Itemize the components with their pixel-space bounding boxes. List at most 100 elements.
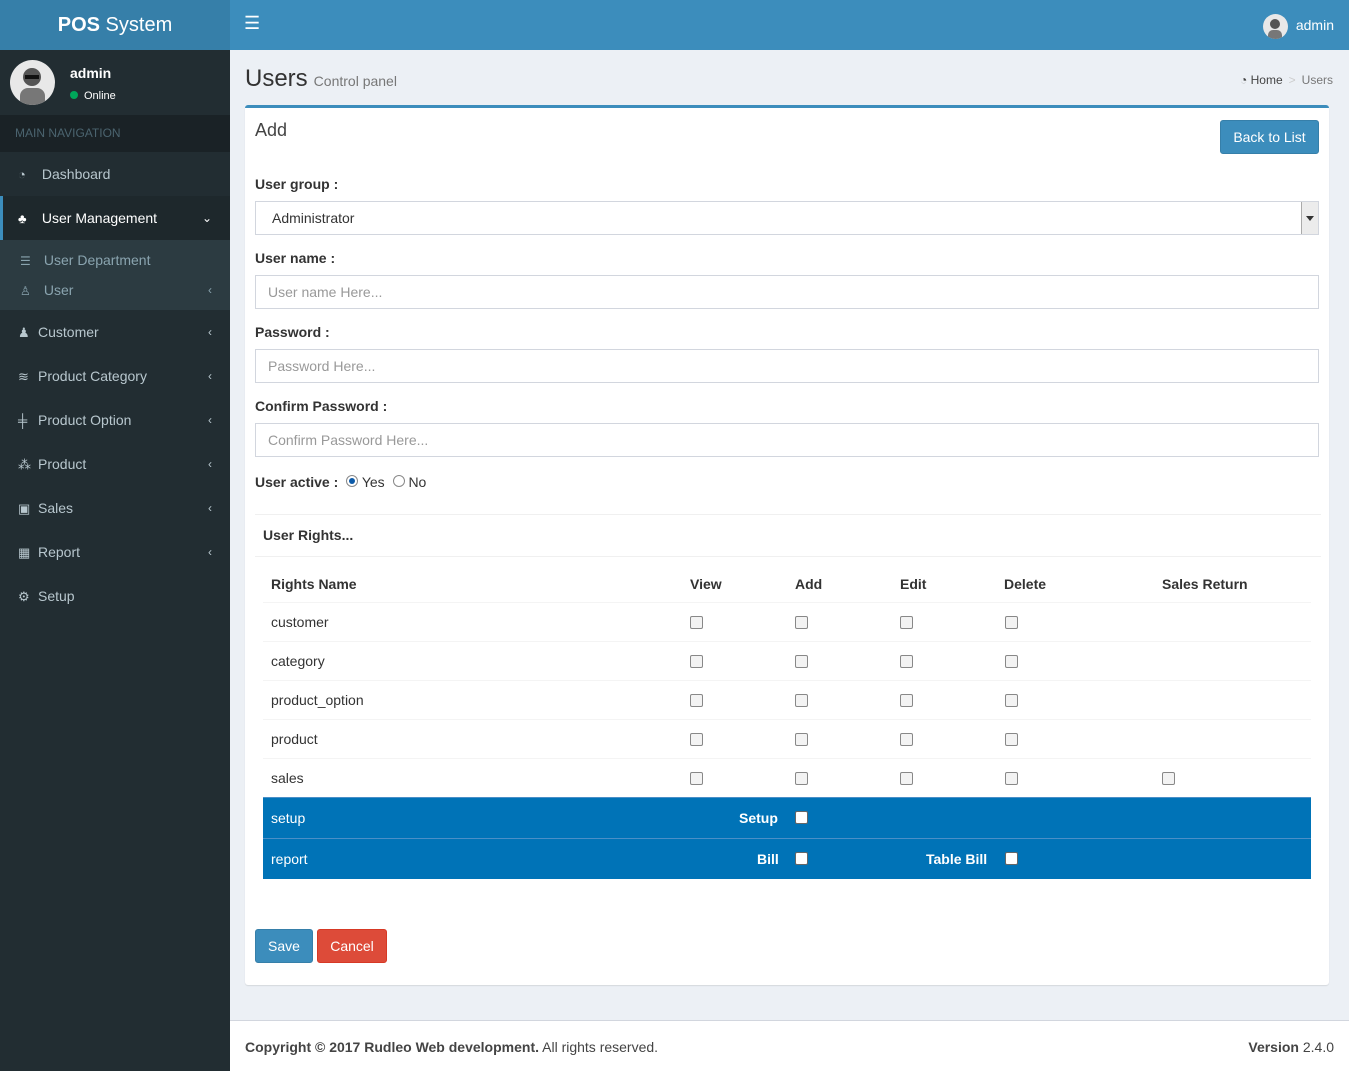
delete-checkbox[interactable] <box>1005 772 1018 785</box>
save-button[interactable]: Save <box>255 929 313 963</box>
active-yes-radio[interactable] <box>346 475 359 488</box>
database-icon: ≋ <box>18 369 29 384</box>
add-user-box: Add Back to List User group : Administra… <box>245 105 1329 985</box>
page-subtitle: Control panel <box>313 73 397 89</box>
view-checkbox[interactable] <box>690 655 703 668</box>
breadcrumb-home[interactable]: Home <box>1251 73 1283 87</box>
top-user-menu[interactable]: admin <box>1262 13 1334 39</box>
user-icon: ♙ <box>20 284 31 298</box>
top-navbar: ☰ admin <box>230 0 1349 50</box>
table-row: product_option <box>263 680 1311 719</box>
add-checkbox[interactable] <box>795 733 808 746</box>
cancel-button[interactable]: Cancel <box>317 929 387 963</box>
sidebar-item-user-department[interactable]: ☰ User Department <box>0 245 230 275</box>
dashboard-icon: ◔ <box>18 167 26 182</box>
add-checkbox[interactable] <box>795 616 808 629</box>
sidebar-item-product-option[interactable]: ╪ Product Option ‹ <box>0 398 230 442</box>
user-group-select[interactable]: Administrator <box>255 201 1319 235</box>
confirm-password-input[interactable]: Confirm Password Here... <box>255 423 1319 457</box>
setup-checkbox[interactable] <box>795 811 808 824</box>
box-title: Add <box>255 120 288 140</box>
table-bill-checkbox[interactable] <box>1005 852 1018 865</box>
user-status: Online <box>70 90 116 102</box>
right-name: category <box>271 653 325 669</box>
delete-checkbox[interactable] <box>1005 616 1018 629</box>
bill-label: Bill <box>757 851 779 867</box>
sidebar-item-sales[interactable]: ▣ Sales ‹ <box>0 486 230 530</box>
chevron-left-icon: ‹ <box>208 325 212 339</box>
page-title: Users <box>245 65 308 92</box>
delete-checkbox[interactable] <box>1005 733 1018 746</box>
footer-version-label: Version <box>1248 1039 1299 1055</box>
chevron-left-icon: ‹ <box>208 369 212 383</box>
sidebar-item-label: Sales <box>38 500 74 516</box>
right-name: product <box>271 731 318 747</box>
footer: Copyright © 2017 Rudleo Web development.… <box>230 1020 1349 1071</box>
breadcrumb: ◔ Home > Users <box>1240 73 1333 87</box>
username-input[interactable]: User name Here... <box>255 275 1319 309</box>
delete-checkbox[interactable] <box>1005 655 1018 668</box>
sidebar-item-label: Product Category <box>38 368 147 384</box>
breadcrumb-current: Users <box>1301 73 1333 87</box>
sidebar-item-label: Setup <box>38 588 75 604</box>
chevron-left-icon: ‹ <box>208 545 212 559</box>
cubes-icon: ⁂ <box>18 457 31 472</box>
footer-copyright-bold: Copyright © 2017 Rudleo Web development. <box>245 1039 539 1055</box>
chevron-left-icon: ‹ <box>208 501 212 515</box>
user-active-group: User active : Yes No <box>255 474 426 490</box>
delete-checkbox[interactable] <box>1005 694 1018 707</box>
sidebar-item-setup[interactable]: ⚙ Setup <box>0 574 230 618</box>
sidebar-item-label: Report <box>38 544 81 560</box>
active-yes-label: Yes <box>361 474 385 490</box>
edit-checkbox[interactable] <box>900 772 913 785</box>
report-rights-row: report Bill Table Bill <box>263 838 1311 879</box>
menu-toggle-icon[interactable]: ☰ <box>244 13 260 34</box>
view-checkbox[interactable] <box>690 694 703 707</box>
edit-checkbox[interactable] <box>900 733 913 746</box>
rights-header-row: Rights Name View Add Edit Delete Sales R… <box>263 566 1311 602</box>
password-input[interactable]: Password Here... <box>255 349 1319 383</box>
sidebar-item-label: User Management <box>41 210 158 226</box>
user-icon: ♟ <box>18 325 30 340</box>
edit-checkbox[interactable] <box>900 616 913 629</box>
back-to-list-button[interactable]: Back to List <box>1220 120 1319 154</box>
user-status-text: Online <box>84 90 116 102</box>
edit-checkbox[interactable] <box>900 655 913 668</box>
sales-return-checkbox[interactable] <box>1162 772 1175 785</box>
sidebar-item-product-category[interactable]: ≋ Product Category ‹ <box>0 354 230 398</box>
sidebar-item-customer[interactable]: ♟ Customer ‹ <box>0 310 230 354</box>
sidebar-item-user-management[interactable]: ♣ User Management ⌄ <box>0 196 230 240</box>
sidebar-item-label: Customer <box>38 324 99 340</box>
view-checkbox[interactable] <box>690 772 703 785</box>
sidebar-item-user[interactable]: ♙ User ‹ <box>0 275 230 305</box>
footer-copyright: Copyright © 2017 Rudleo Web development.… <box>245 1039 658 1055</box>
user-group-selected-value: Administrator <box>272 210 355 226</box>
add-checkbox[interactable] <box>795 694 808 707</box>
user-panel: admin Online <box>0 50 230 115</box>
sidebar-item-report[interactable]: ▦ Report ‹ <box>0 530 230 574</box>
rights-table: Rights Name View Add Edit Delete Sales R… <box>263 566 1311 879</box>
sidebar-item-product[interactable]: ⁂ Product ‹ <box>0 442 230 486</box>
add-checkbox[interactable] <box>795 655 808 668</box>
add-checkbox[interactable] <box>795 772 808 785</box>
table-row: product <box>263 719 1311 758</box>
view-checkbox[interactable] <box>690 616 703 629</box>
view-checkbox[interactable] <box>690 733 703 746</box>
app-logo[interactable]: POS System <box>0 0 230 50</box>
col-delete: Delete <box>1004 576 1047 592</box>
bill-checkbox[interactable] <box>795 852 808 865</box>
chevron-left-icon: ‹ <box>208 413 212 427</box>
col-add: Add <box>795 576 823 592</box>
right-name: setup <box>271 810 306 826</box>
chevron-left-icon: ‹ <box>208 283 212 297</box>
col-sales-return: Sales Return <box>1162 576 1248 592</box>
active-no-radio[interactable] <box>392 475 405 488</box>
confirm-password-label: Confirm Password : <box>255 398 388 414</box>
setup-rights-row: setup Setup <box>263 797 1311 838</box>
user-avatar <box>10 60 55 105</box>
table-row: sales <box>263 758 1311 797</box>
edit-checkbox[interactable] <box>900 694 913 707</box>
nav-header: MAIN NAVIGATION <box>0 115 230 152</box>
sidebar-item-dashboard[interactable]: ◔ Dashboard <box>0 152 230 196</box>
footer-version-number: 2.4.0 <box>1298 1039 1334 1055</box>
